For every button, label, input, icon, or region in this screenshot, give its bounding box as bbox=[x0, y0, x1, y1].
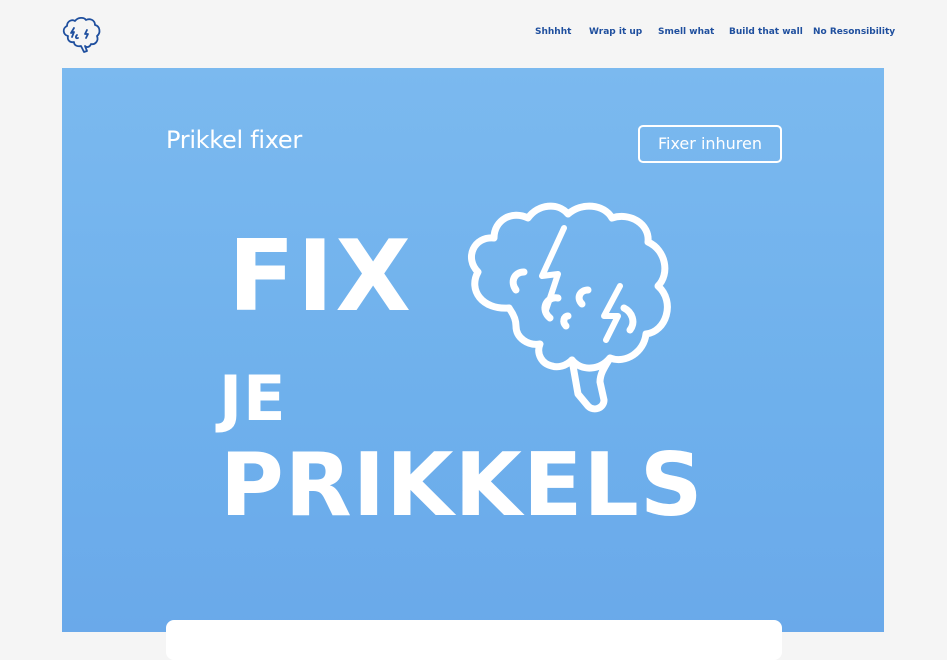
top-bar: Shhhht Wrap it up Smell what Build that … bbox=[0, 0, 947, 68]
hero-section: Prikkel fixer Fixer inhuren FIX JE PRIKK… bbox=[62, 68, 884, 660]
nav-link-no-responsibility[interactable]: No Resonsibility bbox=[813, 27, 895, 37]
nav-link-wrap-it-up[interactable]: Wrap it up bbox=[589, 27, 642, 37]
hero-title: Prikkel fixer bbox=[166, 126, 302, 154]
brain-lightning-icon bbox=[454, 198, 700, 430]
brain-logo-icon[interactable] bbox=[60, 16, 102, 54]
nav-link-build-that-wall[interactable]: Build that wall bbox=[729, 27, 803, 37]
hire-fixer-button[interactable]: Fixer inhuren bbox=[638, 125, 782, 163]
headline-line-je: JE bbox=[219, 362, 287, 435]
nav-link-smell-what[interactable]: Smell what bbox=[658, 27, 714, 37]
headline-line-prikkels: PRIKKELS bbox=[220, 434, 704, 536]
nav-link-shhhht[interactable]: Shhhht bbox=[535, 27, 571, 37]
content-card bbox=[166, 620, 782, 660]
headline-line-fix: FIX bbox=[228, 220, 413, 334]
